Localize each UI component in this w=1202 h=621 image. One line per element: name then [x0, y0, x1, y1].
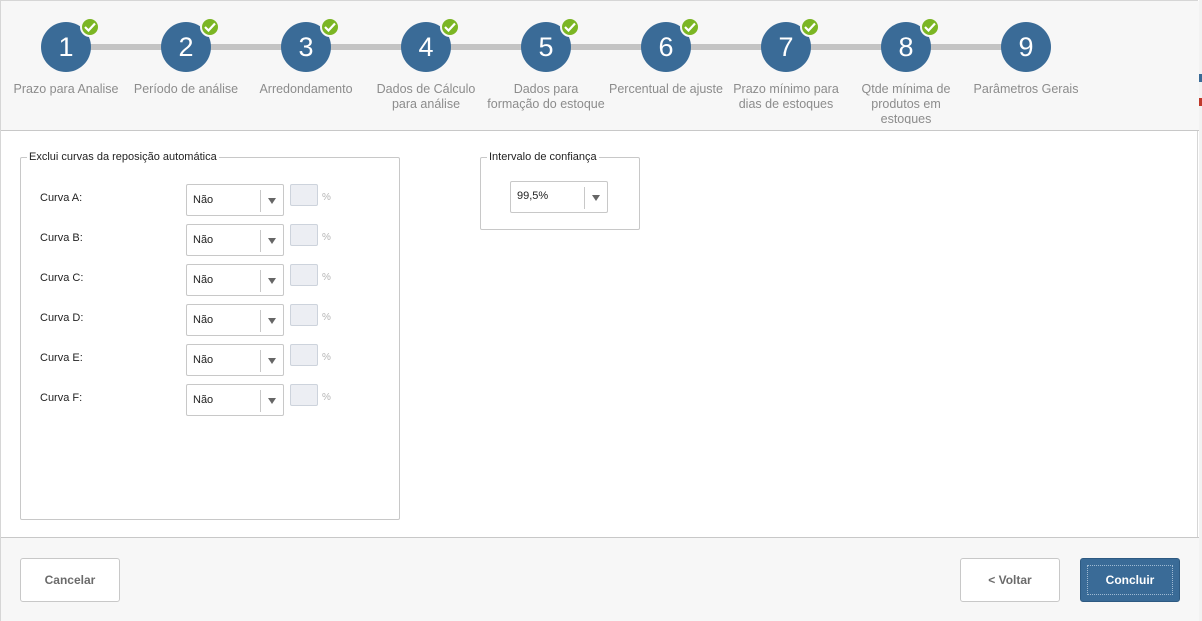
chevron-down-icon — [268, 398, 276, 404]
select-divider — [260, 310, 261, 332]
wizard-step-9[interactable]: 9 Parâmetros Gerais — [966, 22, 1086, 126]
chevron-down-icon — [268, 358, 276, 364]
select-value: Não — [193, 274, 214, 286]
check-icon — [680, 17, 700, 37]
curva-a-percent-input[interactable] — [290, 184, 318, 206]
step-label: Prazo para Analise — [13, 82, 119, 96]
curva-c-label: Curva C: — [40, 272, 84, 284]
curva-f-select[interactable]: Não — [186, 384, 284, 416]
check-icon — [800, 17, 820, 37]
percent-sign: % — [322, 352, 331, 363]
select-value: Não — [193, 394, 214, 406]
select-value: Não — [193, 194, 214, 206]
percent-sign: % — [322, 192, 331, 203]
curva-d-select[interactable]: Não — [186, 304, 284, 336]
step-label: Percentual de ajuste — [609, 82, 723, 96]
curva-c-select[interactable]: Não — [186, 264, 284, 296]
wizard-step-8[interactable]: 8 Qtde mínima de produtos em estoques — [846, 17, 966, 126]
wizard-step-1[interactable]: 1 Prazo para Analise — [6, 17, 126, 126]
wizard-dialog: 1 Prazo para Analise 2 Período de anális… — [0, 0, 1199, 621]
select-divider — [260, 190, 261, 212]
chevron-down-icon — [268, 318, 276, 324]
curva-c-percent-input[interactable] — [290, 264, 318, 286]
check-icon — [200, 17, 220, 37]
chevron-down-icon — [268, 198, 276, 204]
wizard-step-5[interactable]: 5 Dados para formação do estoque — [486, 17, 606, 126]
check-icon — [80, 17, 100, 37]
wizard-steps-header: 1 Prazo para Analise 2 Período de anális… — [1, 1, 1199, 131]
percent-sign: % — [322, 312, 331, 323]
dialog-footer: Cancelar < Voltar Concluir — [1, 537, 1199, 621]
select-divider — [260, 390, 261, 412]
chevron-down-icon — [592, 195, 600, 201]
step-number-circle: 9 — [1001, 22, 1051, 72]
select-divider — [584, 187, 585, 209]
cancel-button[interactable]: Cancelar — [20, 558, 120, 602]
select-value: 99,5% — [517, 190, 549, 202]
curva-b-label: Curva B: — [40, 232, 83, 244]
wizard-step-2[interactable]: 2 Período de análise — [126, 17, 246, 126]
select-value: Não — [193, 354, 214, 366]
back-button[interactable]: < Voltar — [960, 558, 1060, 602]
percent-sign: % — [322, 232, 331, 243]
focus-ring — [1087, 565, 1173, 595]
intervalo-legend: Intervalo de confiança — [487, 150, 599, 164]
step-label: Dados para formação do estoque — [487, 82, 605, 111]
curva-f-percent-input[interactable] — [290, 384, 318, 406]
curva-d-label: Curva D: — [40, 312, 84, 324]
curva-b-percent-input[interactable] — [290, 224, 318, 246]
wizard-step-7[interactable]: 7 Prazo mínimo para dias de estoques — [726, 17, 846, 126]
percent-sign: % — [322, 392, 331, 403]
percent-sign: % — [322, 272, 331, 283]
step-label: Prazo mínimo para dias de estoques — [733, 82, 839, 111]
curvas-fieldset: Exclui curvas da reposição automática Cu… — [20, 150, 400, 520]
intervalo-fieldset: Intervalo de confiança 99,5% — [480, 150, 640, 230]
check-icon — [560, 17, 580, 37]
step-label: Parâmetros Gerais — [973, 82, 1079, 96]
chevron-down-icon — [268, 278, 276, 284]
step-label: Qtde mínima de produtos em estoques — [861, 82, 951, 124]
wizard-step-4[interactable]: 4 Dados de Cálculo para análise — [366, 17, 486, 126]
select-value: Não — [193, 234, 214, 246]
curvas-legend: Exclui curvas da reposição automática — [27, 150, 219, 164]
curva-e-label: Curva E: — [40, 352, 83, 364]
step-label: Dados de Cálculo para análise — [376, 82, 476, 111]
curva-e-select[interactable]: Não — [186, 344, 284, 376]
select-divider — [260, 270, 261, 292]
select-value: Não — [193, 314, 214, 326]
finish-button[interactable]: Concluir — [1080, 558, 1180, 602]
curva-a-label: Curva A: — [40, 192, 83, 204]
wizard-step-6[interactable]: 6 Percentual de ajuste — [606, 17, 726, 126]
curva-f-label: Curva F: — [40, 392, 83, 404]
curva-a-select[interactable]: Não — [186, 184, 284, 216]
chevron-down-icon — [268, 238, 276, 244]
curva-e-percent-input[interactable] — [290, 344, 318, 366]
step-label: Arredondamento — [259, 82, 353, 96]
step-label: Período de análise — [133, 82, 239, 96]
check-icon — [920, 17, 940, 37]
wizard-step-3[interactable]: 3 Arredondamento — [246, 17, 366, 126]
select-divider — [260, 350, 261, 372]
select-divider — [260, 230, 261, 252]
check-icon — [320, 17, 340, 37]
intervalo-confianca-select[interactable]: 99,5% — [510, 181, 608, 213]
curva-b-select[interactable]: Não — [186, 224, 284, 256]
check-icon — [440, 17, 460, 37]
curva-d-percent-input[interactable] — [290, 304, 318, 326]
